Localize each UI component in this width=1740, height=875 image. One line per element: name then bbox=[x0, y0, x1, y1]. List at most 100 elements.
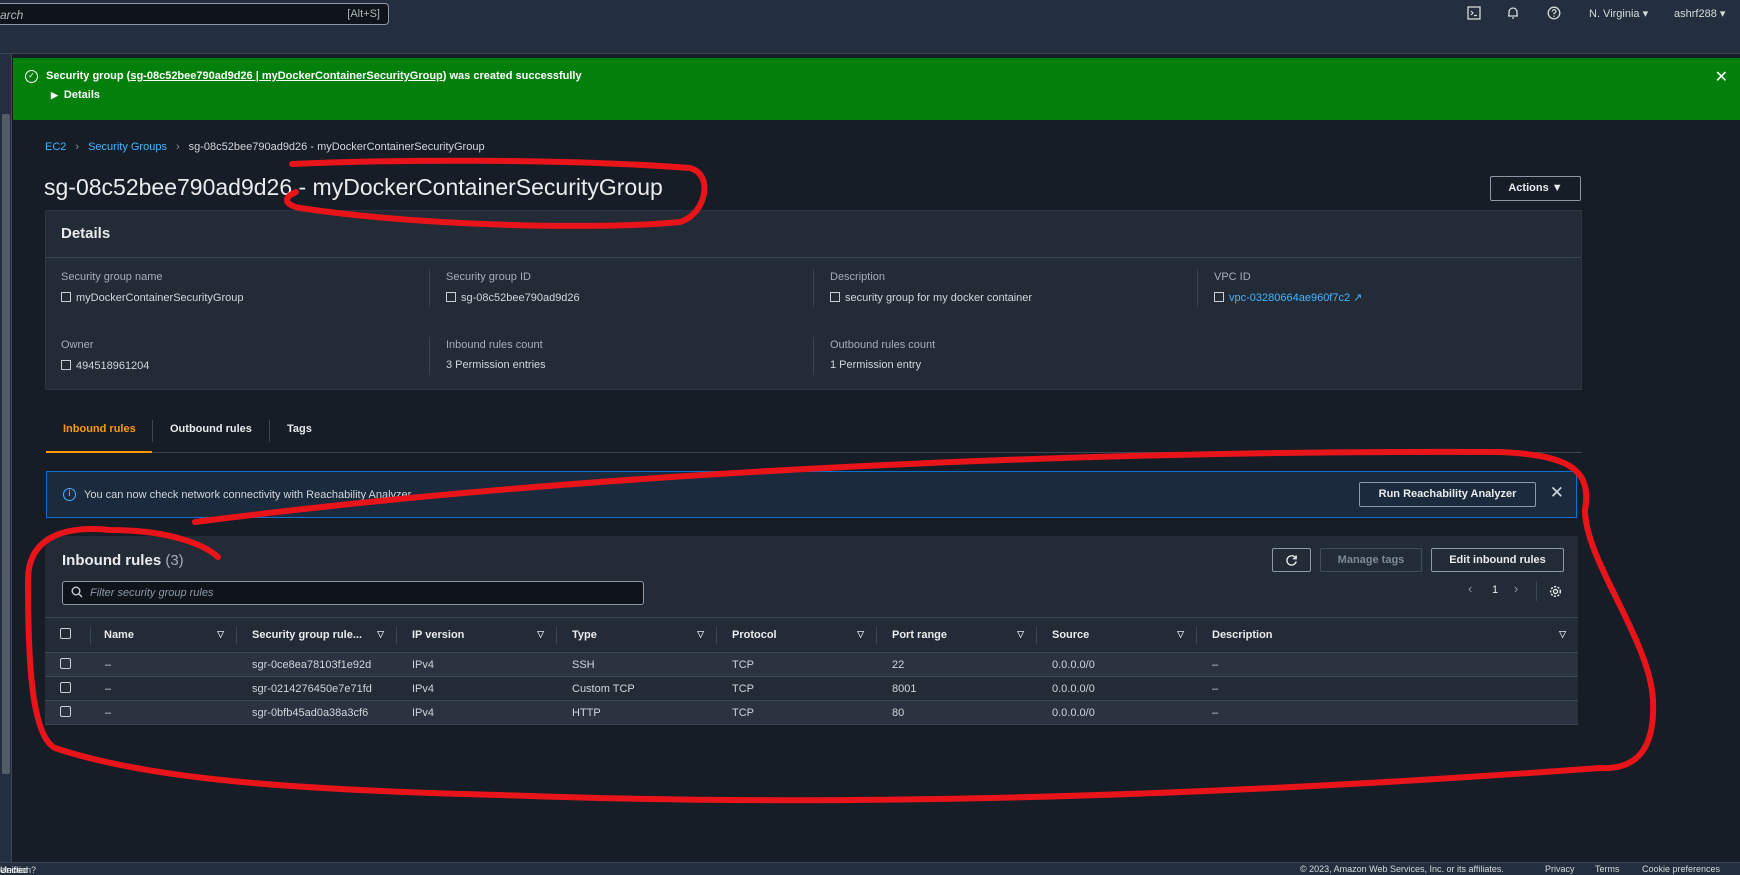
top-navigation: arch [Alt+S] N. Virginia ▾ ashrf288 ▾ bbox=[0, 0, 1740, 27]
cell-type: Custom TCP bbox=[556, 676, 716, 701]
table-row[interactable]: – sgr-0ce8ea78103f1e92d IPv4 SSH TCP 22 … bbox=[45, 652, 1578, 677]
field-value-owner: 494518961204 bbox=[61, 359, 149, 372]
edit-inbound-rules-button[interactable]: Edit inbound rules bbox=[1431, 548, 1564, 572]
column-label: Name bbox=[104, 629, 134, 641]
run-reachability-analyzer-button[interactable]: Run Reachability Analyzer bbox=[1359, 482, 1536, 507]
caret-right-icon: ▶ bbox=[51, 90, 58, 100]
field-label: Owner bbox=[61, 339, 94, 351]
flash-sg-link[interactable]: sg-08c52bee790ad9d26 | myDockerContainer… bbox=[130, 70, 442, 82]
field-value-sg-id: sg-08c52bee790ad9d26 bbox=[446, 291, 580, 304]
cell-ip-version: IPv4 bbox=[396, 676, 556, 701]
divider bbox=[1196, 627, 1197, 644]
sort-icon: ▽ bbox=[217, 629, 224, 639]
refresh-icon bbox=[1286, 554, 1297, 566]
sort-icon: ▽ bbox=[537, 629, 544, 639]
divider bbox=[46, 257, 1581, 258]
row-select-cell bbox=[45, 700, 90, 725]
details-panel: Details Security group name myDockerCont… bbox=[45, 210, 1582, 390]
account-menu[interactable]: ashrf288 ▾ bbox=[1674, 7, 1725, 20]
column-source[interactable]: Source ▽ bbox=[1036, 617, 1196, 653]
actions-button[interactable]: Actions ▼ bbox=[1490, 176, 1581, 201]
divider bbox=[429, 337, 430, 375]
column-label: Security group rule... bbox=[252, 629, 363, 641]
account-name: ashrf288 bbox=[1674, 8, 1717, 20]
refresh-button[interactable] bbox=[1272, 548, 1311, 572]
close-icon[interactable]: ✕ bbox=[1550, 483, 1564, 503]
column-rule-id[interactable]: Security group rule... ▽ bbox=[236, 617, 396, 653]
tab-outbound-rules[interactable]: Outbound rules bbox=[170, 423, 252, 435]
footer-privacy-link[interactable]: Privacy bbox=[1545, 864, 1575, 874]
cell-protocol: TCP bbox=[716, 676, 876, 701]
flash-details-toggle[interactable]: ▶ Details bbox=[51, 89, 100, 101]
footer-cookie-link[interactable]: Cookie preferences bbox=[1642, 864, 1720, 874]
column-port-range[interactable]: Port range ▽ bbox=[876, 617, 1036, 653]
column-name[interactable]: Name ▽ bbox=[90, 617, 236, 653]
field-value-vpc-id[interactable]: vpc-03280664ae960f7c2 ↗ bbox=[1214, 291, 1362, 304]
row-checkbox[interactable] bbox=[60, 681, 71, 693]
scrollbar-thumb[interactable] bbox=[2, 114, 10, 774]
region-label: N. Virginia bbox=[1589, 8, 1640, 20]
table-row[interactable]: – sgr-0bfb45ad0a38a3cf6 IPv4 HTTP TCP 80… bbox=[45, 700, 1578, 725]
column-ip-version[interactable]: IP version ▽ bbox=[396, 617, 556, 653]
column-type[interactable]: Type ▽ bbox=[556, 617, 716, 653]
divider bbox=[1536, 581, 1537, 601]
flash-message: Security group (sg-08c52bee790ad9d26 | m… bbox=[46, 70, 582, 82]
copy-icon[interactable] bbox=[830, 292, 840, 302]
tab-inbound-rules[interactable]: Inbound rules bbox=[63, 423, 136, 435]
breadcrumb-ec2[interactable]: EC2 bbox=[45, 141, 66, 153]
search-icon bbox=[71, 586, 83, 601]
flash-details-label: Details bbox=[63, 89, 100, 101]
cell-description: – bbox=[1196, 652, 1578, 677]
tab-tags[interactable]: Tags bbox=[287, 423, 312, 435]
close-icon[interactable]: ✕ bbox=[1715, 67, 1728, 87]
vpc-id-link[interactable]: vpc-03280664ae960f7c2 bbox=[1229, 292, 1350, 304]
previous-page-icon[interactable]: ‹ bbox=[1468, 581, 1472, 596]
copy-icon[interactable] bbox=[61, 292, 71, 302]
row-checkbox[interactable] bbox=[60, 657, 71, 669]
column-description[interactable]: Description ▽ bbox=[1196, 617, 1578, 653]
footer-copyright: © 2023, Amazon Web Services, Inc. or its… bbox=[1300, 864, 1504, 874]
sg-name-value: myDockerContainerSecurityGroup bbox=[76, 292, 244, 304]
cell-ip-version: IPv4 bbox=[396, 652, 556, 677]
success-check-icon: ✓ bbox=[25, 70, 38, 83]
search-placeholder: arch bbox=[0, 8, 24, 22]
divider bbox=[813, 269, 814, 307]
copy-icon[interactable] bbox=[446, 292, 456, 302]
cell-name: – bbox=[90, 700, 236, 725]
table-row[interactable]: – sgr-0214276450e7e71fd IPv4 Custom TCP … bbox=[45, 676, 1578, 701]
copy-icon[interactable] bbox=[61, 360, 71, 370]
notifications-bell-icon[interactable] bbox=[1505, 6, 1521, 22]
page-title: sg-08c52bee790ad9d26 - myDockerContainer… bbox=[44, 174, 663, 200]
cell-ip-version: IPv4 bbox=[396, 700, 556, 725]
field-label: Security group name bbox=[61, 271, 163, 283]
success-flash: ✓ Security group (sg-08c52bee790ad9d26 |… bbox=[13, 58, 1740, 120]
cloudshell-icon[interactable] bbox=[1466, 6, 1482, 22]
cell-port-range: 8001 bbox=[876, 676, 1036, 701]
divider bbox=[152, 420, 153, 442]
search-input[interactable]: arch [Alt+S] bbox=[0, 3, 389, 25]
manage-tags-button[interactable]: Manage tags bbox=[1320, 548, 1422, 572]
settings-gear-icon[interactable] bbox=[1549, 585, 1562, 601]
region-selector[interactable]: N. Virginia ▾ bbox=[1589, 7, 1648, 20]
filter-input[interactable]: Filter security group rules bbox=[62, 581, 644, 605]
help-icon[interactable] bbox=[1546, 6, 1562, 22]
divider bbox=[813, 337, 814, 375]
footer-terms-link[interactable]: Terms bbox=[1595, 864, 1620, 874]
breadcrumb-security-groups[interactable]: Security Groups bbox=[88, 141, 167, 153]
page-number[interactable]: 1 bbox=[1492, 584, 1498, 596]
next-page-icon[interactable]: › bbox=[1514, 581, 1518, 596]
select-all-checkbox[interactable] bbox=[60, 628, 71, 639]
row-checkbox[interactable] bbox=[60, 705, 71, 717]
external-link-icon: ↗ bbox=[0, 865, 8, 875]
column-protocol[interactable]: Protocol ▽ bbox=[716, 617, 876, 653]
cell-source: 0.0.0.0/0 bbox=[1036, 676, 1196, 701]
sort-icon: ▽ bbox=[857, 629, 864, 639]
copy-icon[interactable] bbox=[1214, 292, 1224, 302]
field-label: Inbound rules count bbox=[446, 339, 543, 351]
sort-icon: ▽ bbox=[1017, 629, 1024, 639]
cell-type: SSH bbox=[556, 652, 716, 677]
field-label: VPC ID bbox=[1214, 271, 1251, 283]
divider bbox=[396, 627, 397, 644]
select-all-cell bbox=[45, 617, 90, 653]
actions-label: Actions bbox=[1508, 182, 1549, 194]
